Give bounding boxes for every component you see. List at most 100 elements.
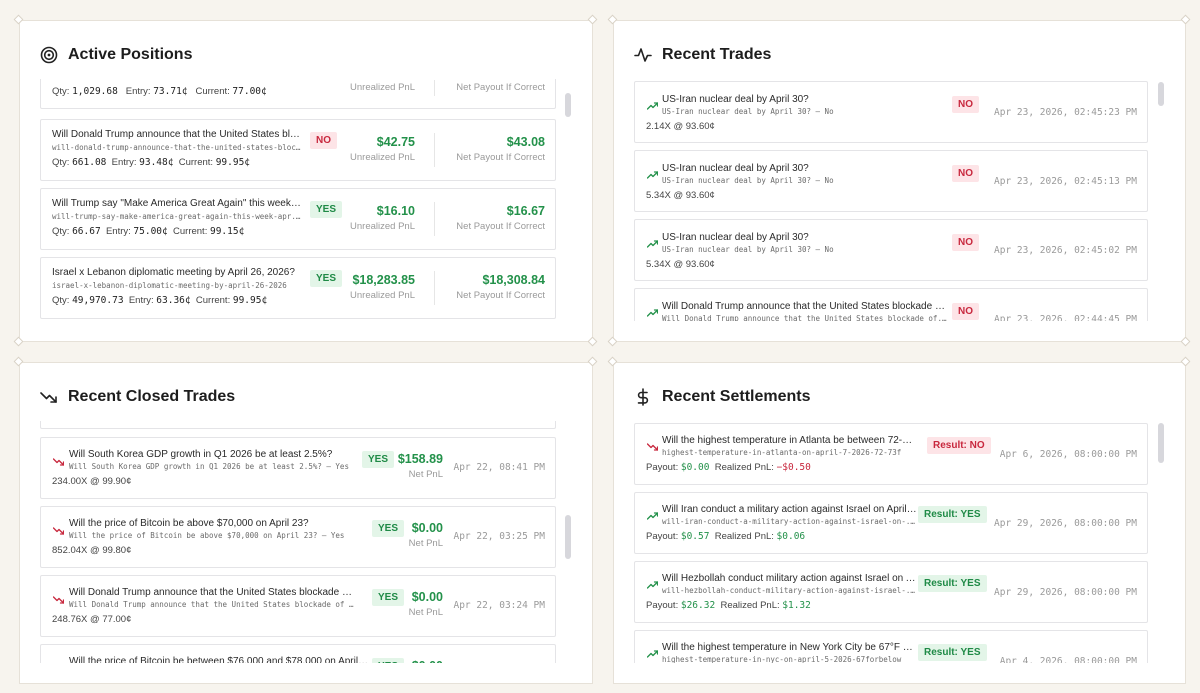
- closed-fill: 248.76X @ 77.00¢: [52, 614, 132, 625]
- position-qty-line: Qty: 49,970.73 Entry: 63.36¢ Current: 99…: [52, 295, 268, 306]
- position-card[interactable]: Qty: 1,029.68 Entry: 73.71¢ Current: 77.…: [40, 79, 556, 109]
- closed-subtitle: Will South Korea GDP growth in Q1 2026 b…: [69, 462, 349, 471]
- closed-question: Will the price of Bitcoin be between $76…: [69, 656, 369, 663]
- divider: [434, 202, 435, 236]
- scrollbar[interactable]: [565, 93, 571, 117]
- net-pnl: $0.00: [412, 659, 443, 663]
- corner-marker: [1180, 336, 1191, 347]
- market-slug: will-trump-say-make-america-great-again-…: [52, 212, 302, 221]
- corner-marker: [587, 336, 598, 347]
- trending-up-icon: [646, 97, 659, 115]
- recent-closed-list[interactable]: Will South Korea GDP growth in Q1 2026 b…: [40, 421, 556, 663]
- payout-value: $0.57: [680, 531, 710, 542]
- trade-timestamp: Apr 23, 2026, 02:45:02 PM: [994, 245, 1137, 256]
- trade-card[interactable]: US-Iran nuclear deal by April 30? US-Iran…: [634, 219, 1148, 281]
- trade-card[interactable]: US-Iran nuclear deal by April 30? US-Iran…: [634, 81, 1148, 143]
- trending-up-icon: [646, 235, 659, 253]
- net-payout: $18,308.84: [482, 273, 545, 287]
- trade-card[interactable]: US-Iran nuclear deal by April 30? US-Iran…: [634, 150, 1148, 212]
- side-badge: NO: [952, 303, 979, 320]
- active-positions-list[interactable]: Qty: 1,029.68 Entry: 73.71¢ Current: 77.…: [40, 79, 556, 329]
- unrealized-label: Unrealized PnL: [350, 221, 415, 232]
- active-positions-header: Active Positions: [40, 41, 192, 69]
- recent-closed-panel: Recent Closed Trades Will South Korea GD…: [19, 362, 593, 684]
- current-value: 99.95¢: [215, 157, 251, 168]
- unrealized-label: Unrealized PnL: [350, 82, 415, 93]
- unrealized-label: Unrealized PnL: [350, 290, 415, 301]
- position-card[interactable]: Will Donald Trump announce that the Unit…: [40, 119, 556, 181]
- unrealized-label: Unrealized PnL: [350, 152, 415, 163]
- trending-up-icon: [646, 645, 659, 663]
- trade-question: US-Iran nuclear deal by April 30?: [662, 163, 809, 174]
- recent-settlements-list[interactable]: Will the highest temperature in Atlanta …: [634, 423, 1148, 663]
- recent-settlements-header: Recent Settlements: [634, 383, 811, 411]
- settlement-card[interactable]: Will Iran conduct a military action agai…: [634, 492, 1148, 554]
- activity-icon: [634, 46, 652, 64]
- scrollbar[interactable]: [1158, 82, 1164, 106]
- current-value: 99.95¢: [232, 295, 268, 306]
- entry-value: 75.00¢: [133, 226, 168, 237]
- recent-trades-list[interactable]: US-Iran nuclear deal by April 30? US-Iran…: [634, 81, 1148, 321]
- trending-up-icon: [646, 507, 659, 525]
- closed-question: Will the price of Bitcoin be above $70,0…: [69, 518, 309, 529]
- trade-fill: 2.14X @ 93.60¢: [646, 121, 715, 132]
- settlement-card[interactable]: Will Hezbollah conduct military action a…: [634, 561, 1148, 623]
- settlement-card[interactable]: Will the highest temperature in New York…: [634, 630, 1148, 663]
- settlement-card[interactable]: Will the highest temperature in Atlanta …: [634, 423, 1148, 485]
- closed-card[interactable]: Will the price of Bitcoin be between $76…: [40, 644, 556, 663]
- position-card[interactable]: Israel x Lebanon diplomatic meeting by A…: [40, 257, 556, 319]
- closed-card[interactable]: Will South Korea GDP growth in Q1 2026 b…: [40, 437, 556, 499]
- net-pnl: $0.00: [411, 590, 443, 604]
- qty-value: 66.67: [72, 226, 101, 237]
- closed-card[interactable]: Will Donald Trump announce that the Unit…: [40, 575, 556, 637]
- closed-card[interactable]: Will the price of Bitcoin be above $70,0…: [40, 506, 556, 568]
- market-question: Israel x Lebanon diplomatic meeting by A…: [52, 267, 295, 278]
- panel-title: Recent Closed Trades: [68, 388, 236, 405]
- trade-subtitle: Will Donald Trump announce that the Unit…: [662, 314, 947, 321]
- trade-subtitle: US-Iran nuclear deal by April 30? — No: [662, 176, 834, 185]
- closed-fill: 852.04X @ 99.80¢: [52, 545, 132, 556]
- closed-fill: 234.00X @ 99.90¢: [52, 476, 132, 487]
- recent-settlements-panel: Recent Settlements Will the highest temp…: [613, 362, 1186, 684]
- closed-card[interactable]: [40, 421, 556, 429]
- settlement-question: Will the highest temperature in Atlanta …: [662, 435, 917, 446]
- trending-up-icon: [646, 304, 659, 321]
- net-payout: $43.08: [506, 135, 545, 149]
- trending-down-icon: [646, 438, 659, 456]
- settlement-timestamp: Apr 29, 2026, 08:00:00 PM: [994, 587, 1137, 598]
- settlement-slug: will-iran-conduct-a-military-action-agai…: [662, 517, 917, 526]
- settlement-question: Will Hezbollah conduct military action a…: [662, 573, 917, 584]
- scrollbar[interactable]: [565, 515, 571, 559]
- closed-timestamp: Apr 22, 03:24 PM: [453, 600, 545, 611]
- settlement-timestamp: Apr 6, 2026, 08:00:00 PM: [999, 449, 1137, 460]
- net-pnl: $0.00: [411, 521, 443, 535]
- unrealized-pnl: $16.10: [376, 204, 415, 218]
- entry-value: 63.36¢: [156, 295, 191, 306]
- panel-title: Active Positions: [68, 46, 193, 63]
- recent-closed-header: Recent Closed Trades: [40, 383, 235, 411]
- position-qty-line: Qty: 661.08 Entry: 93.48¢ Current: 99.95…: [52, 157, 251, 168]
- settlement-timestamp: Apr 29, 2026, 08:00:00 PM: [994, 518, 1137, 529]
- market-slug: israel-x-lebanon-diplomatic-meeting-by-a…: [52, 281, 287, 290]
- realized-value: $0.06: [776, 531, 806, 542]
- payout-value: $0.00: [680, 462, 710, 473]
- closed-timestamp: Apr 22, 03:25 PM: [453, 531, 545, 542]
- divider: [434, 271, 435, 305]
- trade-timestamp: Apr 23, 2026, 02:45:23 PM: [994, 107, 1137, 118]
- divider: [434, 133, 435, 167]
- payout-label: Net Payout If Correct: [456, 221, 545, 232]
- recent-trades-header: Recent Trades: [634, 41, 771, 69]
- payout-value: $26.32: [680, 600, 716, 611]
- side-badge: Result: NO: [927, 437, 991, 454]
- side-badge: YES: [310, 201, 343, 218]
- net-pnl-label: Net PnL: [408, 469, 443, 480]
- trending-up-icon: [646, 166, 659, 184]
- position-card[interactable]: Will Trump say "Make America Great Again…: [40, 188, 556, 250]
- trade-card[interactable]: Will Donald Trump announce that the Unit…: [634, 288, 1148, 321]
- settlement-question: Will the highest temperature in New York…: [662, 642, 917, 653]
- net-pnl-label: Net PnL: [408, 538, 443, 549]
- trade-question: Will Donald Trump announce that the Unit…: [662, 301, 947, 312]
- scrollbar[interactable]: [1158, 423, 1164, 463]
- side-badge: YES: [310, 270, 343, 287]
- net-pnl-label: Net PnL: [408, 607, 443, 618]
